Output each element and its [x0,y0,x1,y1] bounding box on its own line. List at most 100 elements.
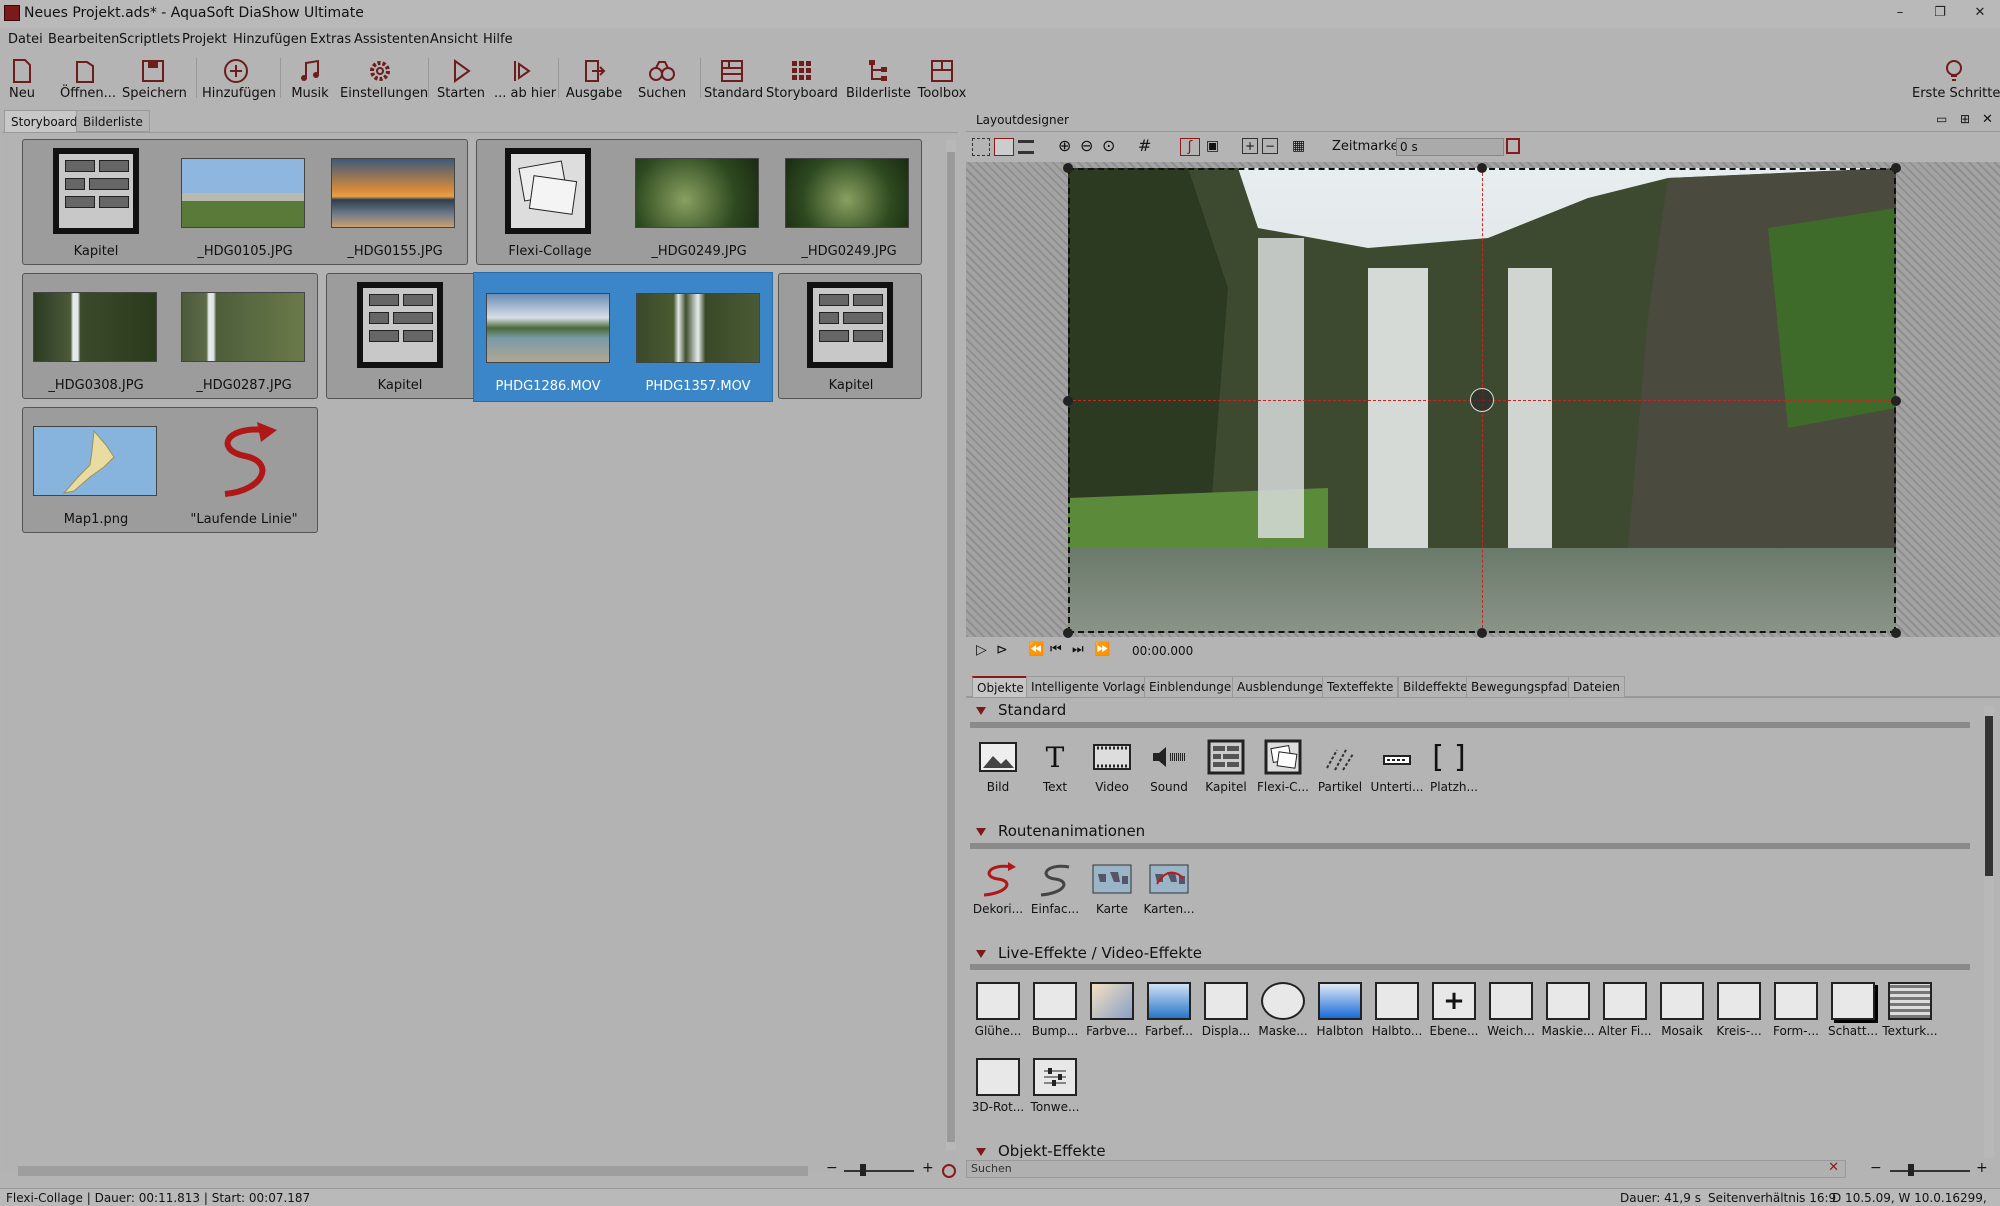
panel-restore-icon[interactable]: ▭ [1936,112,1947,126]
storyboard-item-image[interactable]: _HDG0308.JPG [23,274,169,398]
tab-dateien[interactable]: Dateien [1568,676,1626,698]
storyboard-item-image[interactable]: _HDG0249.JPG [775,140,923,264]
play-icon[interactable]: ▷ [976,642,987,658]
tab-bewegungspfade[interactable]: Bewegungspfade [1466,676,1580,698]
storyboard-item-flexi-collage[interactable]: Flexi-Collage [477,140,623,264]
layout-toolbox-button[interactable]: Toolbox [914,52,970,104]
next-icon[interactable]: ⏭ [1072,642,1084,657]
section-live-effekte[interactable]: Live-Effekte / Video-Effekte [976,944,1202,962]
storyboard-item-video[interactable]: PHDG1357.MOV [624,273,772,401]
storyboard-item-image[interactable]: _HDG0105.JPG [169,140,321,264]
layout-standard-button[interactable]: Standard [704,52,763,104]
grid-icon[interactable]: # [1138,136,1151,155]
resize-handle[interactable] [1477,163,1487,173]
storyboard-item-kapitel[interactable]: Kapitel [23,140,169,264]
object-platzhalter[interactable]: [] Platzh... [1426,738,1482,795]
resize-handle[interactable] [1063,163,1073,173]
minimize-button[interactable]: – [1880,3,1920,25]
effect-halbton-2[interactable]: Halbto... [1369,982,1425,1038]
tab-texteffekte[interactable]: Texteffekte [1322,676,1399,698]
effect-3d-rotation[interactable]: 3D-Rot... [970,1058,1026,1114]
zoom-thumb[interactable] [860,1164,866,1176]
layout-template-icon[interactable]: ▦ [1292,138,1305,154]
anchor-point[interactable] [1470,388,1494,412]
flexi-collage-group[interactable]: Flexi-Collage _HDG0249.JPG _HDG0249.JPG [476,139,922,265]
resize-handle[interactable] [1891,628,1901,638]
tab-bilderliste[interactable]: Bilderliste [76,110,150,132]
effect-bump[interactable]: Bump... [1027,982,1083,1038]
tab-storyboard[interactable]: Storyboard [4,110,85,132]
zoom-out-icon[interactable]: − [1870,1160,1882,1176]
section-objekt-effekte[interactable]: Objekt-Effekte [976,1142,1106,1158]
object-karte[interactable]: Karte [1084,860,1140,916]
zoom-in-icon[interactable]: + [922,1160,934,1176]
effect-tonwert[interactable]: Tonwe... [1027,1058,1083,1114]
storyboard-zoom-slider[interactable]: − + [826,1160,936,1178]
panel-close-icon[interactable]: ✕ [1982,112,1993,127]
storyboard-item-route-line[interactable]: "Laufende Linie" [169,408,319,532]
menu-assistenten[interactable]: Assistenten [354,32,430,47]
object-untertitel[interactable]: Unterti... [1369,738,1425,794]
storyboard-item-image[interactable]: _HDG0155.JPG [321,140,469,264]
first-steps-button[interactable]: Erste Schritte [1912,52,2000,104]
objects-scroll-thumb[interactable] [1985,716,1993,876]
zoom-thumb[interactable] [1908,1164,1914,1176]
guides-toggle-icon[interactable] [994,138,1014,156]
rewind-icon[interactable]: ⏪ [1028,642,1044,657]
search-storyboard-icon[interactable] [942,1164,956,1178]
play-from-here-icon[interactable]: ⊳ [996,642,1008,658]
object-text[interactable]: T Text [1027,738,1083,795]
remove-keyframe-icon[interactable]: − [1262,138,1278,154]
chapter-group[interactable]: Kapitel _HDG0105.JPG _HDG0155.JPG [22,139,468,265]
add-button[interactable]: Hinzufügen [202,52,276,104]
menu-hinzufuegen[interactable]: Hinzufügen [233,32,307,47]
object-einfache-linie[interactable]: Einfac... [1027,860,1083,916]
open-button[interactable]: Öffnen... [60,52,116,104]
zoom-out-icon[interactable]: ⊖ [1080,136,1093,155]
menu-projekt[interactable]: Projekt [182,32,227,47]
fast-forward-icon[interactable]: ⏩ [1094,642,1110,657]
camera-icon[interactable]: ▣ [1206,138,1219,154]
objects-search-input[interactable]: Suchen ✕ [966,1160,1846,1178]
storyboard-horizontal-scrollbar[interactable] [18,1166,808,1176]
search-button[interactable]: Suchen [632,52,692,104]
effect-textur[interactable]: Texturk... [1882,982,1938,1038]
close-button[interactable]: ✕ [1960,3,2000,25]
motion-path-icon[interactable]: ʃ [1180,138,1200,156]
chapter-group[interactable]: Kapitel PHDG1286.MOV PHDG1357.MOV [326,272,773,402]
resize-handle[interactable] [1063,628,1073,638]
effect-mosaik[interactable]: Mosaik [1654,982,1710,1038]
storyboard-scroll-thumb[interactable] [947,152,955,1142]
effect-gluehen[interactable]: Glühe... [970,982,1026,1038]
section-standard[interactable]: Standard [976,701,1066,719]
effect-alter-film[interactable]: Alter Fi... [1597,982,1653,1038]
start-button[interactable]: Starten [436,52,486,104]
new-button[interactable]: Neu [4,52,40,104]
menu-bearbeiten[interactable]: Bearbeiten [48,32,119,47]
effect-halbton[interactable]: Halbton [1312,982,1368,1038]
select-tool-icon[interactable] [972,138,990,156]
music-button[interactable]: Musik [286,52,334,104]
effect-schatten[interactable]: Schatt... [1825,982,1881,1038]
image-group[interactable]: _HDG0308.JPG _HDG0287.JPG [22,273,318,399]
menu-datei[interactable]: Datei [8,32,43,47]
effect-weichzeichner[interactable]: Weich... [1483,982,1539,1038]
tab-ausblendungen[interactable]: Ausblendungen [1232,676,1336,698]
add-keyframe-icon[interactable]: + [1242,138,1258,154]
safe-area-icon[interactable] [1018,140,1034,154]
zeitmarke-input[interactable]: 0 s [1396,138,1504,156]
save-icon[interactable] [1506,138,1520,154]
object-video[interactable]: Video [1084,738,1140,794]
effect-form[interactable]: Form-... [1768,982,1824,1038]
effect-displacement[interactable]: Displa... [1198,982,1254,1038]
storyboard-item-kapitel[interactable]: Kapitel [779,274,923,398]
chapter-group[interactable]: Kapitel [778,273,922,399]
storyboard-item-video[interactable]: PHDG1286.MOV [474,273,622,401]
menu-scriptlets[interactable]: Scriptlets [119,32,180,47]
effect-farbverlauf[interactable]: Farbve... [1084,982,1140,1038]
resize-handle[interactable] [1891,396,1901,406]
output-button[interactable]: Ausgabe [564,52,624,104]
selected-video-pair[interactable]: PHDG1286.MOV PHDG1357.MOV [473,272,773,402]
storyboard-item-image[interactable]: _HDG0249.JPG [623,140,775,264]
effect-farbeffekt[interactable]: Farbef... [1141,982,1197,1038]
